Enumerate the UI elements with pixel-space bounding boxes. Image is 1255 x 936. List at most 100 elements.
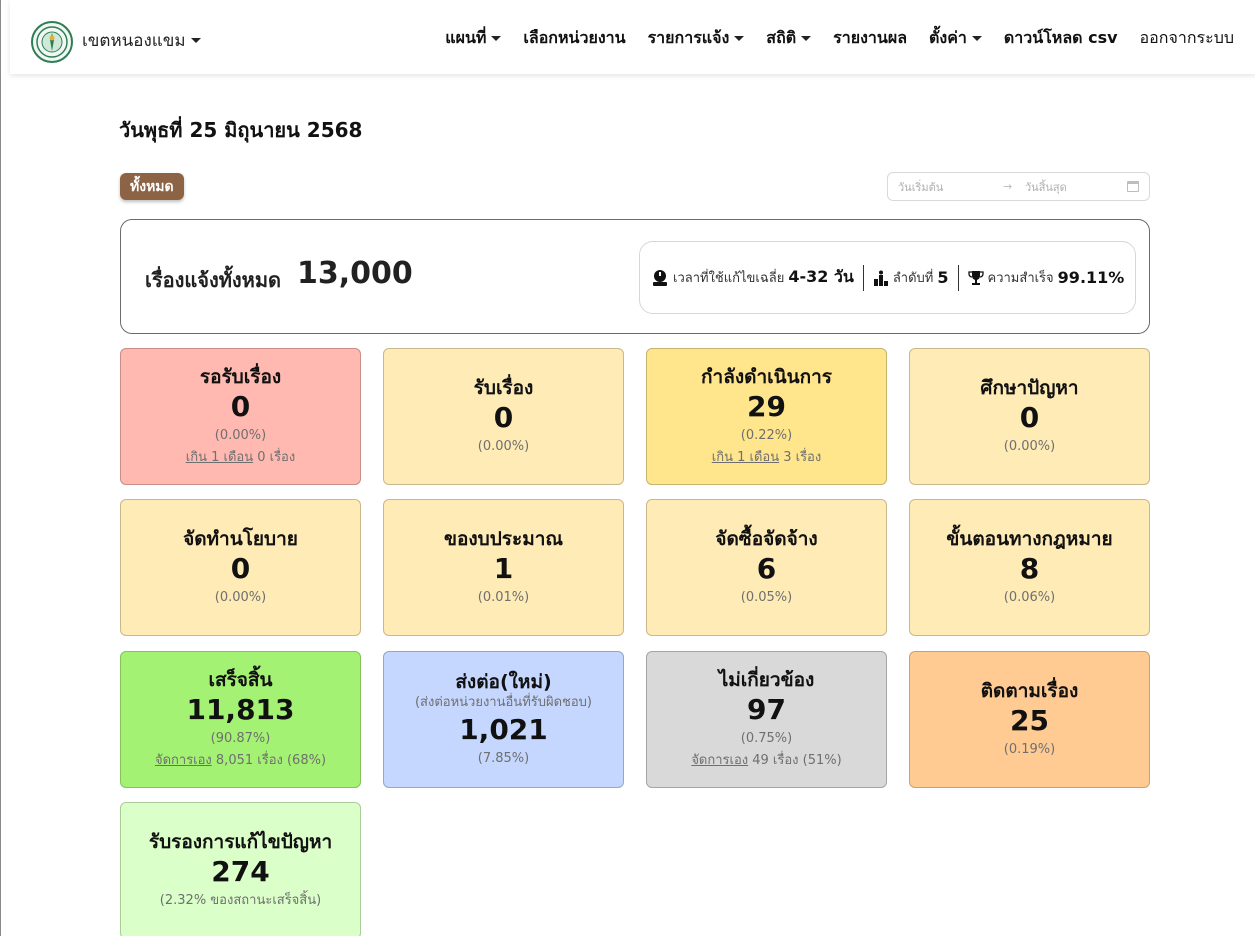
status-card-follow-up[interactable]: ติดตามเรื่อง 25 (0.19%): [909, 651, 1150, 788]
card-percent: (0.00%): [477, 438, 530, 454]
chevron-down-icon: [491, 36, 502, 41]
card-note-text: 3 เรื่อง: [779, 449, 822, 465]
menu-logout-label: ออกจากระบบ: [1139, 28, 1234, 47]
start-date-input[interactable]: วันเริ่มต้น: [898, 178, 1003, 196]
status-card-legal[interactable]: ขั้นตอนทางกฎหมาย 8 (0.06%): [909, 499, 1150, 636]
menu-download-csv[interactable]: ดาวน์โหลด csv: [1004, 26, 1118, 51]
card-count: 0: [1019, 400, 1040, 434]
menu-statistics[interactable]: สถิติ: [766, 26, 812, 51]
status-card-forwarded[interactable]: ส่งต่อ(ใหม่) (ส่งต่อหน่วยงานอื่นที่รับผิ…: [383, 651, 624, 788]
chevron-down-icon: [801, 36, 812, 41]
bangkok-seal-logo: [31, 21, 73, 63]
card-count: 97: [747, 692, 786, 726]
menu-settings[interactable]: ตั้งค่า: [929, 26, 982, 51]
menu-report-list[interactable]: รายการแจ้ง: [648, 26, 745, 51]
status-card-procurement[interactable]: จัดซื้อจัดจ้าง 6 (0.05%): [646, 499, 887, 636]
date-range-picker[interactable]: วันเริ่มต้น → วันสิ้นสุด: [887, 172, 1150, 201]
rank-label: ลำดับที่: [892, 271, 934, 286]
card-count: 274: [211, 854, 270, 888]
card-note: จัดการเอง 49 เรื่อง (51%): [691, 750, 841, 772]
card-percent: (0.00%): [214, 427, 267, 443]
district-name: เขตหนองแขม: [82, 31, 186, 51]
card-count: 0: [230, 551, 251, 585]
card-note-text: 49 เรื่อง (51%): [748, 752, 842, 768]
card-title: รับรองการแก้ไขปัญหา: [148, 830, 333, 853]
page-title: วันพุธที่ 25 มิถุนายน 2568: [119, 118, 363, 142]
success-label: ความสำเร็จ: [987, 271, 1054, 286]
divider: [957, 264, 959, 291]
top-navbar: เขตหนองแขม แผนที่ เลือกหน่วยงาน รายการแจ…: [10, 0, 1255, 74]
self-handled-link[interactable]: จัดการเอง: [155, 753, 212, 768]
status-card-irrelevant[interactable]: ไม่เกี่ยวข้อง 97 (0.75%) จัดการเอง 49 เร…: [646, 651, 887, 788]
card-title: ศึกษาปัญหา: [980, 376, 1079, 399]
menu-map-label: แผนที่: [445, 28, 487, 47]
menu-map[interactable]: แผนที่: [445, 26, 502, 51]
status-card-budget[interactable]: ของบประมาณ 1 (0.01%): [383, 499, 624, 636]
status-card-study[interactable]: ศึกษาปัญหา 0 (0.00%): [909, 348, 1150, 485]
card-title: ขั้นตอนทางกฎหมาย: [946, 527, 1113, 550]
card-percent: (0.00%): [1003, 438, 1056, 454]
avg-time-value: 4-32 วัน: [788, 267, 854, 286]
card-title: ส่งต่อ(ใหม่): [455, 670, 552, 693]
main-menu: แผนที่ เลือกหน่วยงาน รายการแจ้ง สถิติ รา…: [423, 26, 1234, 51]
card-title: ติดตามเรื่อง: [980, 679, 1079, 702]
card-count: 0: [493, 400, 514, 434]
card-title: รับเรื่อง: [473, 376, 534, 399]
status-card-pending[interactable]: รอรับเรื่อง 0 (0.00%) เกิน 1 เดือน 0 เรื…: [120, 348, 361, 485]
card-count: 25: [1010, 703, 1049, 737]
card-title: รอรับเรื่อง: [199, 365, 282, 388]
rank-stat: ลำดับที่ 5: [873, 267, 949, 288]
menu-select-unit[interactable]: เลือกหน่วยงาน: [523, 26, 625, 51]
filter-all-button[interactable]: ทั้งหมด: [120, 173, 184, 200]
card-percent: (0.05%): [740, 589, 793, 605]
menu-settings-label: ตั้งค่า: [929, 28, 967, 47]
total-reports-label: เรื่องแจ้งทั้งหมด: [145, 268, 282, 292]
self-handled-link[interactable]: จัดการเอง: [691, 753, 748, 768]
menu-report-list-label: รายการแจ้ง: [647, 28, 730, 47]
menu-select-unit-label: เลือกหน่วยงาน: [523, 28, 626, 47]
end-date-input[interactable]: วันสิ้นสุด: [1025, 178, 1127, 196]
overdue-link[interactable]: เกิน 1 เดือน: [186, 450, 253, 465]
district-selector[interactable]: เขตหนองแขม: [82, 27, 201, 54]
card-title: จัดทำนโยบาย: [183, 527, 298, 550]
avg-time-stat: เวลาที่ใช้แก้ไขเฉลี่ย 4-32 วัน: [651, 265, 854, 290]
menu-logout[interactable]: ออกจากระบบ: [1140, 26, 1234, 51]
success-value: 99.11%: [1057, 268, 1125, 287]
card-title: เสร็จสิ้น: [208, 668, 273, 691]
card-percent: (7.85%): [477, 750, 530, 766]
avg-time-label: เวลาที่ใช้แก้ไขเฉลี่ย: [673, 271, 785, 286]
total-reports-value: 13,000: [297, 256, 413, 291]
calendar-icon: [1127, 181, 1139, 192]
summary-panel: เรื่องแจ้งทั้งหมด 13,000 เวลาที่ใช้แก้ไข…: [120, 219, 1150, 334]
card-title: ไม่เกี่ยวข้อง: [718, 668, 815, 691]
arrow-right-icon: →: [1003, 180, 1013, 193]
menu-results-report[interactable]: รายงานผล: [833, 26, 907, 51]
status-card-accepted[interactable]: รับเรื่อง 0 (0.00%): [383, 348, 624, 485]
card-percent: (0.19%): [1003, 741, 1056, 757]
menu-download-csv-label: ดาวน์โหลด csv: [1003, 28, 1118, 47]
card-count: 1,021: [459, 712, 548, 746]
card-title: จัดซื้อจัดจ้าง: [715, 527, 818, 550]
status-card-in-progress[interactable]: กำลังดำเนินการ 29 (0.22%) เกิน 1 เดือน 3…: [646, 348, 887, 485]
stopwatch-icon: [651, 269, 669, 287]
chevron-down-icon: [971, 36, 982, 41]
card-note: จัดการเอง 8,051 เรื่อง (68%): [155, 750, 326, 772]
overdue-link[interactable]: เกิน 1 เดือน: [712, 450, 779, 465]
chevron-down-icon: [190, 38, 201, 43]
rank-value: 5: [937, 268, 949, 287]
card-subtitle: (ส่งต่อหน่วยงานอื่นที่รับผิดชอบ): [414, 694, 593, 710]
card-count: 11,813: [186, 692, 295, 726]
divider: [862, 264, 864, 291]
menu-statistics-label: สถิติ: [766, 28, 797, 47]
trophy-icon: [967, 270, 984, 286]
card-count: 1: [493, 551, 514, 585]
status-card-policy[interactable]: จัดทำนโยบาย 0 (0.00%): [120, 499, 361, 636]
status-card-completed[interactable]: เสร็จสิ้น 11,813 (90.87%) จัดการเอง 8,05…: [120, 651, 361, 788]
card-count: 6: [756, 551, 777, 585]
card-note: เกิน 1 เดือน 0 เรื่อง: [186, 447, 295, 469]
card-percent: (0.06%): [1003, 589, 1056, 605]
success-stat: ความสำเร็จ 99.11%: [967, 267, 1125, 288]
card-count: 0: [230, 389, 251, 423]
status-card-certified[interactable]: รับรองการแก้ไขปัญหา 274 (2.32% ของสถานะเ…: [120, 802, 361, 936]
card-note: เกิน 1 เดือน 3 เรื่อง: [712, 447, 821, 469]
